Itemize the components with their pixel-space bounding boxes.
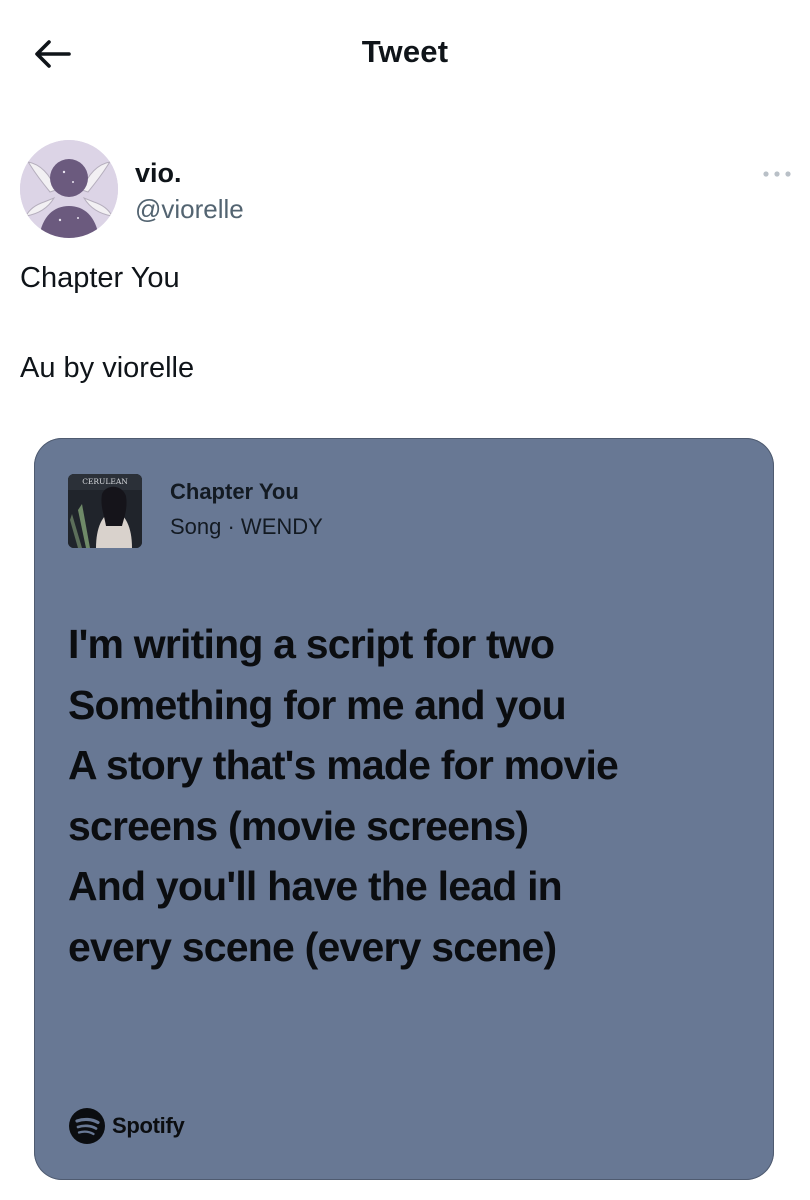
fairy-avatar-icon [20, 140, 118, 238]
lyric-line: screens (movie screens) [68, 802, 529, 849]
more-options-button[interactable] [760, 164, 794, 184]
lyric-line: I'm writing a script for two [68, 621, 555, 667]
lyrics-block: I'm writing a script for two Something f… [68, 614, 758, 977]
lyric-line: every scene (every scene) [68, 923, 557, 970]
top-bar: Tweet [0, 0, 810, 110]
spotify-lyrics-card[interactable]: CERULEAN Chapter You Song · WENDY I'm wr… [34, 438, 774, 1180]
album-art-text: CERULEAN [82, 477, 128, 486]
avatar[interactable] [20, 140, 118, 238]
tweet-text-line: Chapter You [20, 262, 180, 294]
spotify-branding: Spotify [68, 1107, 185, 1145]
album-art: CERULEAN [68, 474, 142, 548]
lyric-line: And you'll have the lead in [68, 863, 563, 909]
lyric-line: Something for me and you [68, 681, 567, 728]
song-meta: Song · WENDY [170, 514, 323, 539]
album-art-image: CERULEAN [68, 474, 142, 548]
spotify-label: Spotify [112, 1113, 185, 1138]
page-title: Tweet [361, 34, 449, 69]
display-name[interactable]: vio. [135, 158, 182, 189]
user-handle[interactable]: @viorelle [135, 194, 244, 225]
spotify-logo-icon [69, 1108, 105, 1144]
more-dots-icon [763, 171, 791, 177]
song-title: Chapter You [170, 479, 299, 504]
lyric-line: A story that's made for movie [68, 742, 619, 788]
tweet-text-line: Au by viorelle [20, 352, 195, 384]
